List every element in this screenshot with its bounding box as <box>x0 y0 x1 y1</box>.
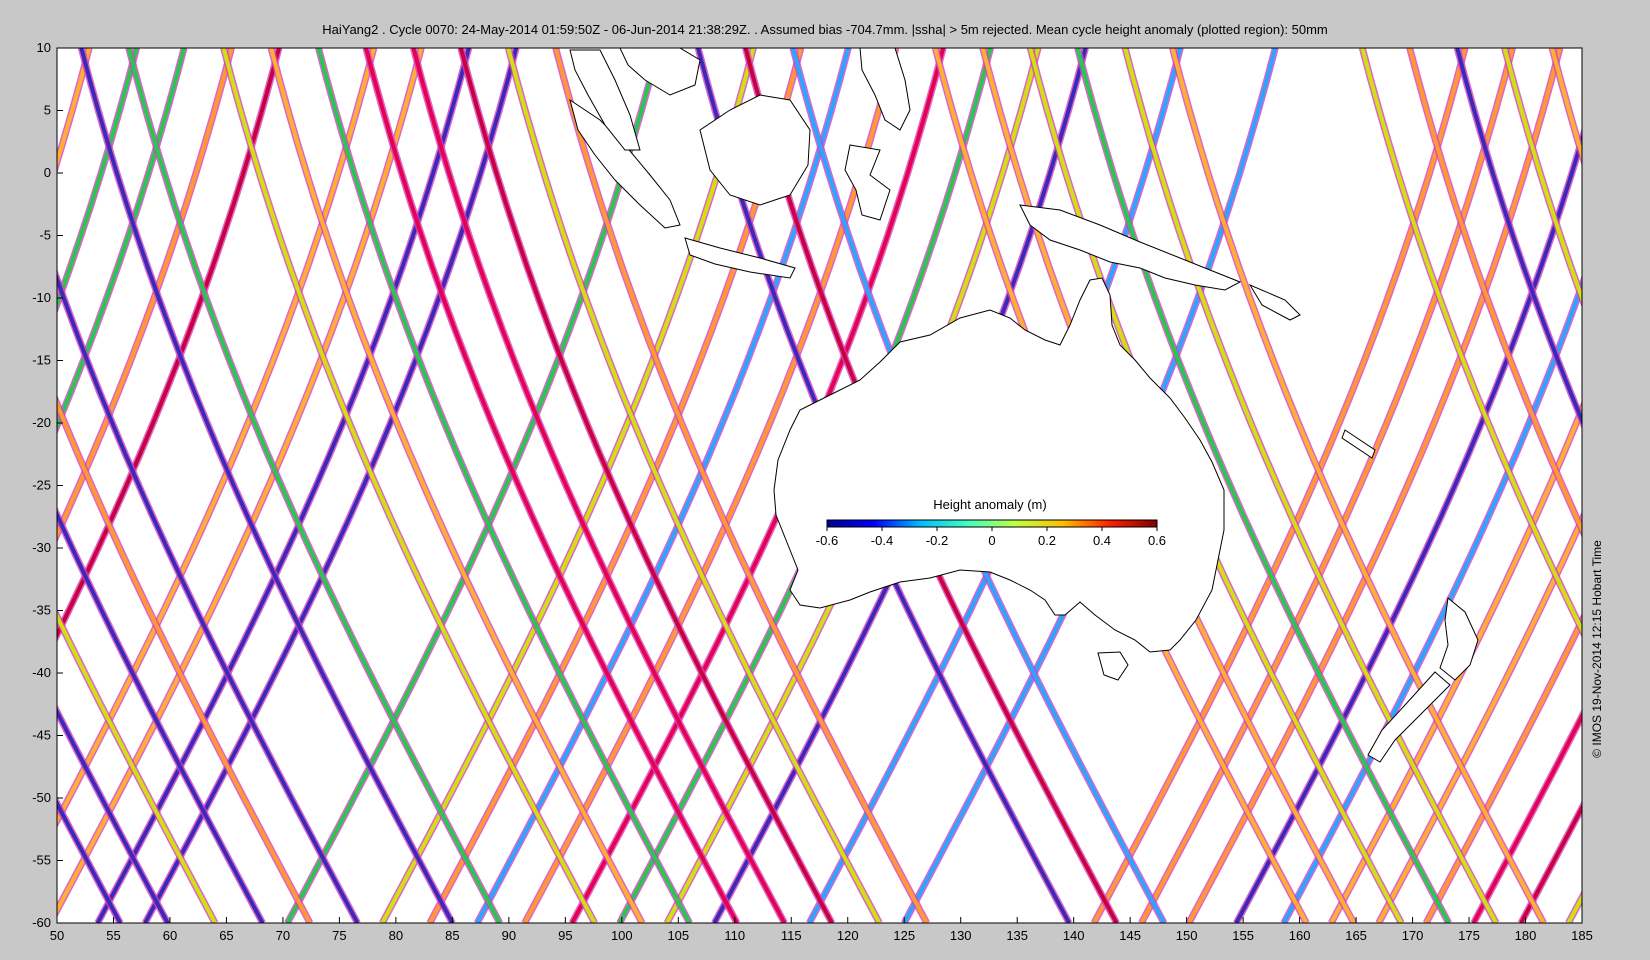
x-tick-label: 165 <box>1345 928 1367 943</box>
x-tick-label: 145 <box>1119 928 1141 943</box>
y-tick-label: -15 <box>32 353 51 368</box>
track-outline <box>1616 48 1650 923</box>
x-tick-label: 50 <box>50 928 64 943</box>
colorbar-title: Height anomaly (m) <box>933 497 1046 512</box>
altimetry-map: 50 55 60 65 70 75 80 85 90 95 100 105 110 115 120 125 13… <box>0 40 1650 943</box>
x-tick-label: 170 <box>1402 928 1424 943</box>
track-outline <box>0 48 25 923</box>
colorbar-tick-label: -0.4 <box>871 533 893 548</box>
x-tick-label: 140 <box>1063 928 1085 943</box>
y-tick-label: -40 <box>32 665 51 680</box>
x-tick-label: 175 <box>1458 928 1480 943</box>
y-tick-label: -55 <box>32 853 51 868</box>
x-tick-label: 65 <box>219 928 233 943</box>
colorbar-bar <box>826 519 1158 528</box>
x-tick-label: 155 <box>1232 928 1254 943</box>
y-tick-label: -5 <box>39 228 51 243</box>
x-tick-label: 60 <box>163 928 177 943</box>
x-tick-label: 125 <box>893 928 915 943</box>
y-tick-label: -30 <box>32 540 51 555</box>
y-tick-label: -45 <box>32 728 51 743</box>
x-tick-label: 115 <box>781 928 802 943</box>
x-tick-label: 110 <box>724 928 745 943</box>
y-tick-label: -35 <box>32 603 51 618</box>
x-tick-label: 185 <box>1571 928 1593 943</box>
x-tick-label: 55 <box>106 928 120 943</box>
track-line <box>0 48 25 923</box>
credit-text: © IMOS 19-Nov-2014 12:15 Hobart Time <box>1590 540 1604 758</box>
x-tick-label: 150 <box>1176 928 1198 943</box>
x-tick-label: 85 <box>445 928 459 943</box>
x-tick-label: 90 <box>502 928 516 943</box>
x-tick-label: 130 <box>950 928 972 943</box>
colorbar-tick-label: 0.2 <box>1038 533 1056 548</box>
x-tick-label: 180 <box>1515 928 1537 943</box>
x-tick-label: 120 <box>837 928 859 943</box>
y-tick-label: 10 <box>37 40 51 55</box>
x-tick-label: 70 <box>276 928 290 943</box>
y-tick-label: 0 <box>44 165 51 180</box>
colorbar-tick-label: -0.2 <box>926 533 948 548</box>
colorbar-tick-label: 0 <box>988 533 995 548</box>
colorbar-tick-label: 0.4 <box>1093 533 1111 548</box>
y-tick-label: -25 <box>32 478 51 493</box>
y-tick-label: -20 <box>32 415 51 430</box>
x-tick-label: 160 <box>1289 928 1311 943</box>
x-tick-label: 80 <box>389 928 403 943</box>
x-tick-label: 95 <box>558 928 572 943</box>
colorbar-tick-label: 0.6 <box>1148 533 1166 548</box>
track-line <box>1616 48 1650 923</box>
y-tick-label: 5 <box>44 103 51 118</box>
x-tick-label: 75 <box>332 928 346 943</box>
y-tick-label: -10 <box>32 290 51 305</box>
colorbar-tick-label: -0.6 <box>816 533 838 548</box>
y-tick-label: -50 <box>32 790 51 805</box>
x-tick-label: 100 <box>611 928 633 943</box>
y-tick-label: -60 <box>32 915 51 930</box>
x-tick-label: 135 <box>1006 928 1028 943</box>
x-tick-label: 105 <box>667 928 689 943</box>
